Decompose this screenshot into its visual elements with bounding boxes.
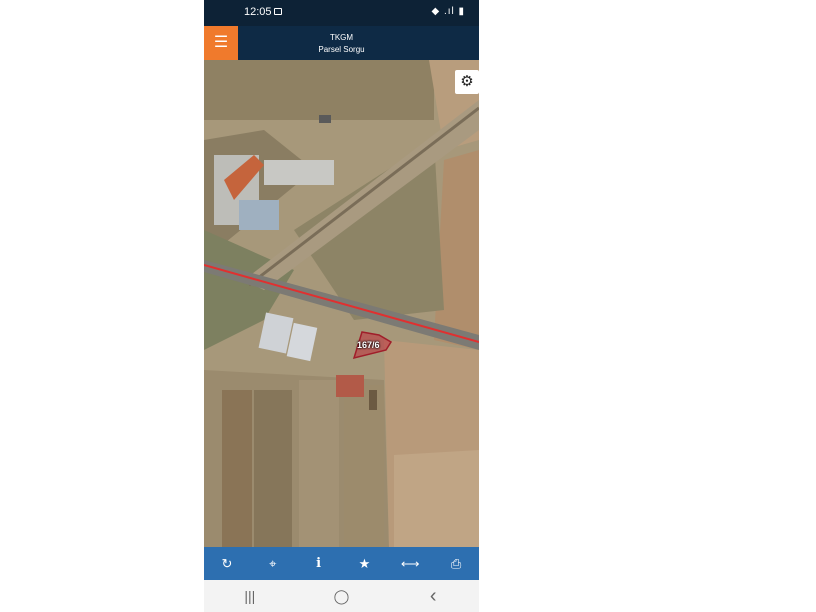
info-icon[interactable]: i bbox=[296, 547, 342, 580]
system-nav-bar: ||| ◯ ‹ bbox=[204, 580, 479, 612]
app-title: TKGM bbox=[329, 33, 354, 42]
star-icon[interactable]: ★ bbox=[341, 547, 387, 580]
print-icon[interactable]: ⎙ bbox=[433, 547, 479, 580]
status-bar: 12:05 ◆ .ıl ▮ bbox=[204, 0, 479, 26]
home-button[interactable]: ◯ bbox=[296, 580, 388, 612]
bottom-toolbar: ↻ ⌖ i ★ ⟷ ⎙ bbox=[204, 547, 479, 580]
image-notification-icon bbox=[274, 8, 282, 15]
settings-gear-icon[interactable]: ⚙ bbox=[455, 70, 479, 94]
phone-screen: 12:05 ◆ .ıl ▮ ☰ TKGM Parsel Sorgu ⚙ 167/… bbox=[204, 0, 479, 612]
parcel-label[interactable]: 167/6 bbox=[357, 340, 380, 350]
menu-button[interactable]: ☰ bbox=[204, 26, 238, 60]
back-button[interactable]: ‹ bbox=[387, 580, 479, 612]
measure-icon[interactable]: ⟷ bbox=[387, 547, 433, 580]
map-imagery bbox=[204, 60, 479, 547]
refresh-icon[interactable]: ↻ bbox=[204, 547, 250, 580]
recent-apps-button[interactable]: ||| bbox=[204, 580, 296, 612]
status-time: 12:05 bbox=[244, 6, 272, 18]
app-subtitle: Parsel Sorgu bbox=[318, 45, 365, 54]
locate-icon[interactable]: ⌖ bbox=[250, 547, 296, 580]
satellite-map[interactable]: ⚙ 167/6 bbox=[204, 60, 479, 547]
status-icons: ◆ .ıl ▮ bbox=[431, 6, 465, 17]
app-header: ☰ TKGM Parsel Sorgu bbox=[204, 26, 479, 60]
